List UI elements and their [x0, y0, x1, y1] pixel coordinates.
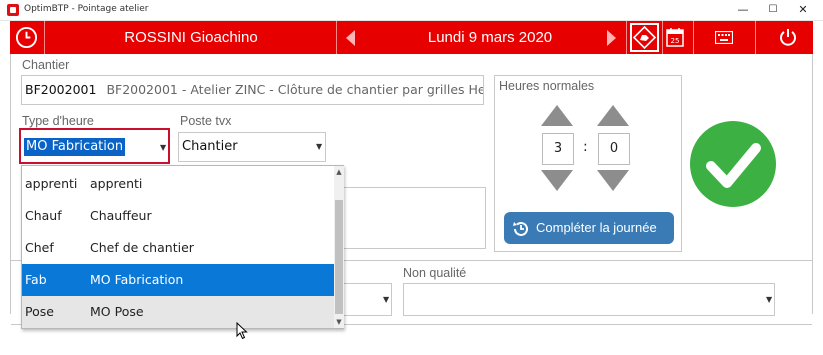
chevron-down-icon: ▼ [383, 295, 390, 304]
scroll-down-icon[interactable]: ▼ [334, 316, 344, 328]
chevron-down-icon: ▼ [160, 143, 167, 152]
hours-decrement-icon[interactable] [541, 170, 573, 191]
type-heure-label: Type d'heure [22, 114, 94, 128]
minutes-decrement-icon[interactable] [597, 170, 629, 191]
type-heure-dropdown-list[interactable]: apprenti apprenti Chauf Chauffeur Chef C… [21, 165, 344, 329]
clock-refresh-icon [513, 221, 528, 236]
dropdown-scrollbar[interactable]: ▲ ▼ [334, 166, 344, 328]
panel-border-right [812, 54, 813, 314]
type-heure-select[interactable]: MO Fabrication ▼ [19, 128, 170, 164]
header-separator [336, 21, 337, 54]
app-logo-icon [7, 4, 19, 16]
calendar-icon: 25 [666, 28, 684, 47]
mouse-cursor-icon [236, 322, 248, 340]
poste-tvx-value: Chantier [182, 139, 238, 154]
complete-day-label: Compléter la journée [536, 220, 657, 235]
panel-border-left [10, 54, 11, 314]
hand-diamond-icon [632, 25, 657, 50]
chevron-down-icon: ▼ [316, 142, 323, 151]
power-icon [780, 29, 796, 46]
current-date[interactable]: Lundi 9 mars 2020 [370, 21, 610, 54]
poste-tvx-select[interactable]: Chantier ▼ [178, 132, 326, 162]
header-separator [44, 21, 45, 54]
dropdown-option[interactable]: Chef Chef de chantier [22, 232, 334, 264]
time-separator: : [583, 139, 588, 155]
calendar-button[interactable]: 25 [666, 27, 684, 50]
scroll-up-icon[interactable]: ▲ [334, 166, 344, 178]
option-code: Chauf [25, 208, 62, 223]
header-separator [662, 21, 663, 54]
chantier-field[interactable]: BF2002001 BF2002001 - Atelier ZINC - Clôt… [21, 75, 484, 105]
power-button[interactable] [778, 27, 798, 50]
minutes-increment-icon[interactable] [597, 105, 629, 126]
scroll-thumb[interactable] [335, 200, 343, 314]
chevron-down-icon: ▼ [766, 295, 773, 304]
checkmark-icon [706, 143, 761, 188]
header-bar: ROSSINI Gioachino Lundi 9 mars 2020 25 [10, 21, 813, 54]
dropdown-option[interactable]: Chauf Chauffeur [22, 200, 334, 232]
option-label: MO Fabrication [90, 272, 184, 287]
header-separator [693, 21, 694, 54]
chantier-code: BF2002001 [25, 82, 97, 97]
chantier-label: Chantier [22, 58, 70, 72]
next-day-icon[interactable] [607, 30, 616, 46]
hours-value[interactable]: 3 [542, 133, 574, 165]
previous-day-icon[interactable] [346, 30, 355, 46]
clock-icon [15, 26, 38, 49]
keyboard-icon [714, 30, 734, 45]
validate-button[interactable] [690, 121, 776, 207]
chantier-description: BF2002001 - Atelier ZINC - Clôture de ch… [106, 82, 484, 97]
keyboard-button[interactable] [714, 30, 734, 47]
hours-panel-title: Heures normales [499, 79, 595, 93]
poste-tvx-label: Poste tvx [180, 114, 232, 128]
history-clock-button[interactable] [10, 21, 43, 54]
window-title: OptimBTP - Pointage atelier [24, 4, 149, 14]
window-titlebar: OptimBTP - Pointage atelier — ☐ ✕ [0, 0, 823, 21]
header-separator [626, 21, 627, 54]
option-code: Pose [25, 304, 54, 319]
dropdown-option-hover[interactable]: Pose MO Pose [22, 296, 334, 328]
non-qualite-label: Non qualité [403, 266, 467, 280]
complete-day-button[interactable]: Compléter la journée [504, 212, 674, 244]
dropdown-option-selected[interactable]: Fab MO Fabrication [22, 264, 334, 296]
worker-name[interactable]: ROSSINI Gioachino [46, 21, 336, 54]
close-window-button[interactable]: ✕ [783, 0, 823, 21]
header-separator [755, 21, 756, 54]
type-heure-inner: MO Fabrication ▼ [23, 137, 166, 157]
option-label: Chauffeur [90, 208, 152, 223]
hours-increment-icon[interactable] [541, 105, 573, 126]
pointing-hand-button[interactable] [630, 23, 659, 52]
hours-panel: Heures normales 3 : 0 Compléter la journ… [494, 75, 682, 252]
type-heure-value: MO Fabrication [24, 138, 126, 156]
minutes-value[interactable]: 0 [598, 133, 630, 165]
option-label: MO Pose [90, 304, 144, 319]
non-qualite-select[interactable]: ▼ [403, 283, 775, 316]
option-code: apprenti [25, 176, 78, 191]
option-label: Chef de chantier [90, 240, 194, 255]
option-code: Fab [25, 272, 47, 287]
dropdown-option[interactable]: apprenti apprenti [22, 168, 334, 200]
option-label: apprenti [90, 176, 143, 191]
calendar-day: 25 [671, 37, 680, 45]
option-code: Chef [25, 240, 54, 255]
